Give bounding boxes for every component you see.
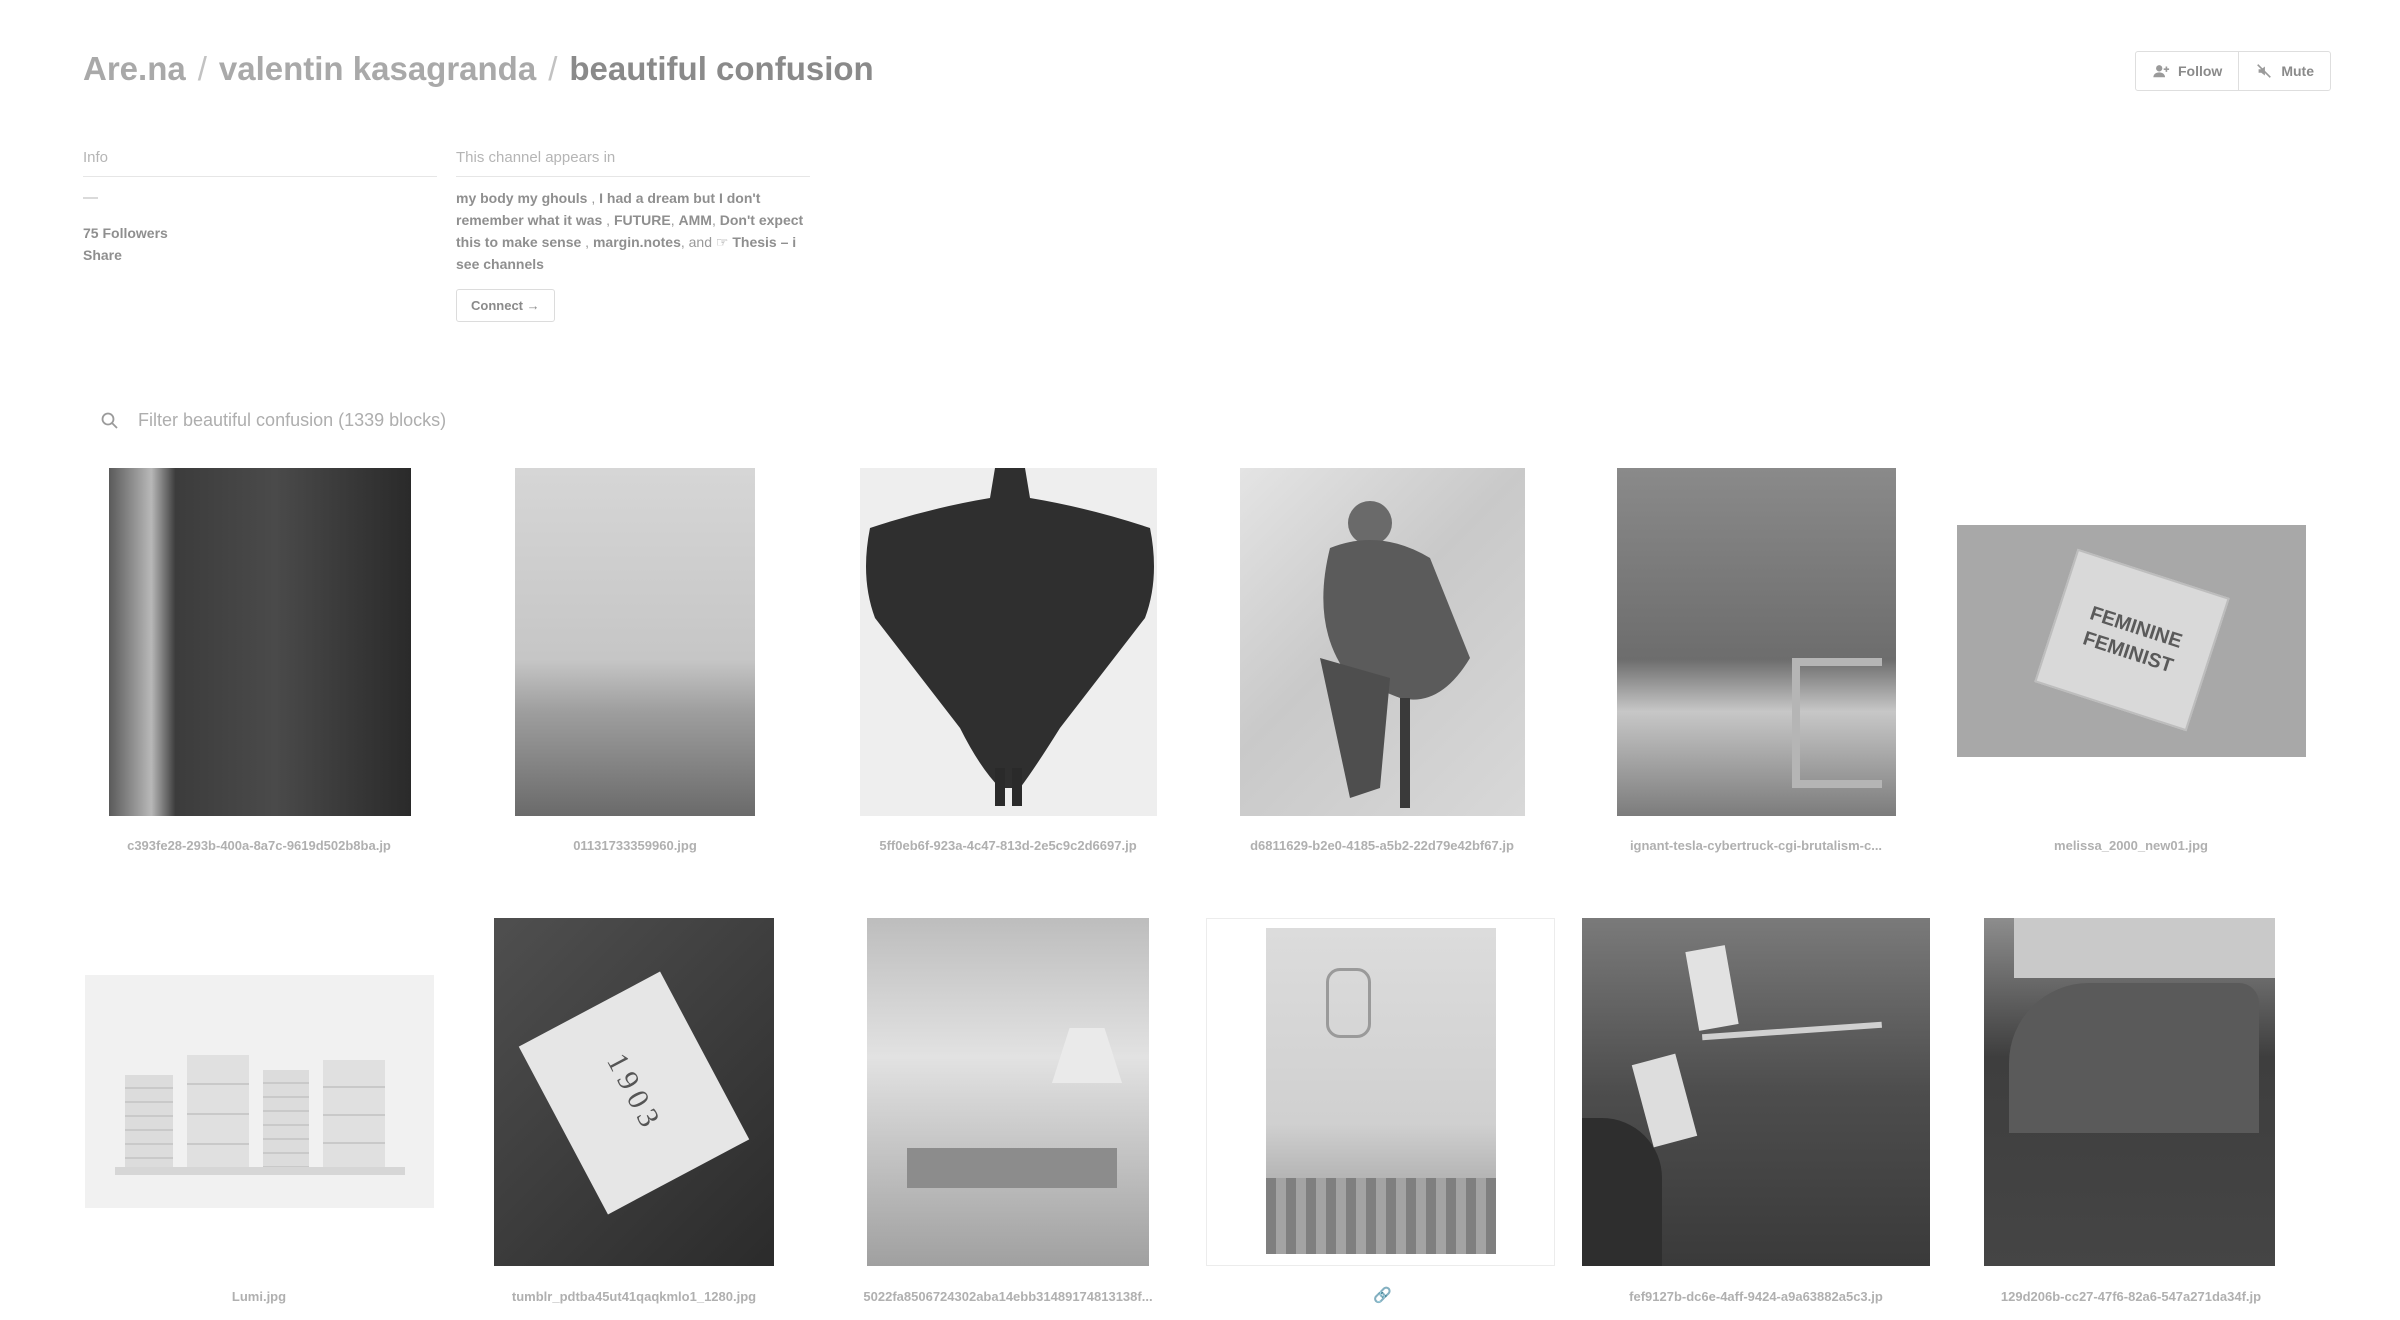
- block-thumbnail: [1582, 918, 1930, 1266]
- channel-link[interactable]: my body my ghouls: [456, 190, 587, 206]
- lamp-shade: [1052, 1028, 1122, 1083]
- block-thumbnail: [515, 468, 755, 816]
- share-link[interactable]: Share: [83, 244, 437, 266]
- mute-icon: [2257, 64, 2272, 78]
- link-icon: 🔗: [1373, 1287, 1392, 1304]
- block-caption: tumblr_pdtba45ut41qaqkmlo1_1280.jpg: [511, 1289, 757, 1304]
- block-thumbnail: [860, 468, 1157, 816]
- appears-in-heading: This channel appears in: [456, 149, 810, 177]
- block-thumbnail: 1903: [494, 918, 774, 1266]
- block-caption: Lumi.jpg: [231, 1289, 287, 1304]
- info-heading: Info: [83, 149, 437, 177]
- search-icon: [101, 412, 118, 429]
- pointing-hand-icon: ☞: [715, 234, 729, 250]
- filter-bar: [100, 410, 638, 431]
- car-window: [2009, 983, 2259, 1133]
- magazine-title: FEMININE FEMINIST: [2080, 602, 2185, 678]
- breadcrumb-separator: /: [548, 50, 558, 87]
- channel-description: —: [83, 189, 98, 206]
- block-thumbnail: FEMININE FEMINIST: [1957, 525, 2306, 757]
- add-person-icon: [2153, 65, 2170, 78]
- block-caption: 5ff0eb6f-923a-4c47-813d-2e5c9c2d6697.jp: [879, 838, 1137, 853]
- cloaked-figure-illustration: [866, 468, 1154, 806]
- block-thumbnail: [1617, 468, 1896, 816]
- block-caption: ignant-tesla-cybertruck-cgi-brutalism-c.…: [1629, 838, 1883, 853]
- block-caption: melissa_2000_new01.jpg: [2054, 838, 2208, 853]
- mute-label: Mute: [2281, 63, 2314, 79]
- block-thumbnail: [85, 975, 434, 1208]
- breadcrumb: Are.na / valentin kasagranda / beautiful con…: [83, 50, 874, 88]
- block-caption: fef9127b-dc6e-4aff-9424-a9a63882a5c3.jp: [1629, 1289, 1883, 1304]
- block-thumbnail: [1984, 918, 2275, 1266]
- followers-count[interactable]: 75 Followers: [83, 222, 437, 244]
- block-thumbnail: [1266, 928, 1496, 1254]
- block-caption: c393fe28-293b-400a-8a7c-9619d502b8ba.jp: [127, 838, 391, 853]
- channel-title: beautiful confusion: [569, 50, 874, 87]
- appears-in-list: my body my ghouls , I had a dream but I …: [456, 190, 804, 272]
- open-box: 1903: [518, 971, 750, 1215]
- channel-actions: Follow Mute: [2135, 51, 2331, 91]
- info-panel: Info — 75 Followers Share: [83, 149, 437, 266]
- channel-link[interactable]: AMM: [679, 212, 712, 228]
- appears-in-panel: This channel appears in my body my ghoul…: [456, 149, 810, 322]
- block-thumbnail: [867, 918, 1149, 1266]
- mute-button[interactable]: Mute: [2238, 52, 2330, 90]
- breadcrumb-site[interactable]: Are.na: [83, 50, 186, 87]
- box-number: 1903: [600, 1047, 669, 1138]
- channel-link[interactable]: margin.notes: [593, 234, 681, 250]
- block-caption: 01131733359960.jpg: [573, 838, 697, 853]
- breadcrumb-separator: /: [197, 50, 207, 87]
- channel-meta: 75 Followers Share: [83, 222, 437, 266]
- block-thumbnail: [1240, 468, 1525, 816]
- block-caption: d6811629-b2e0-4185-a5b2-22d79e42bf67.jp: [1250, 838, 1514, 853]
- box-stacks: [125, 1045, 385, 1170]
- mirror: [1326, 968, 1371, 1038]
- filter-input[interactable]: [138, 410, 638, 431]
- block-thumbnail: [109, 468, 411, 816]
- doorway-frame: [1792, 658, 1882, 788]
- magazine-stack: FEMININE FEMINIST: [2034, 548, 2230, 732]
- seated-figure-illustration: [1320, 501, 1470, 808]
- follow-label: Follow: [2178, 63, 2223, 79]
- and-text: and: [688, 234, 712, 250]
- connect-button[interactable]: Connect →: [456, 289, 555, 322]
- block-caption: 5022fa8506724302aba14ebb31489174813138f.…: [863, 1289, 1153, 1304]
- block-caption: 129d206b-cc27-47f6-82a6-547a271da34f.jp: [2000, 1289, 2262, 1304]
- channel-link[interactable]: FUTURE: [614, 212, 671, 228]
- follow-button[interactable]: Follow: [2136, 52, 2238, 90]
- breadcrumb-user[interactable]: valentin kasagranda: [219, 50, 536, 87]
